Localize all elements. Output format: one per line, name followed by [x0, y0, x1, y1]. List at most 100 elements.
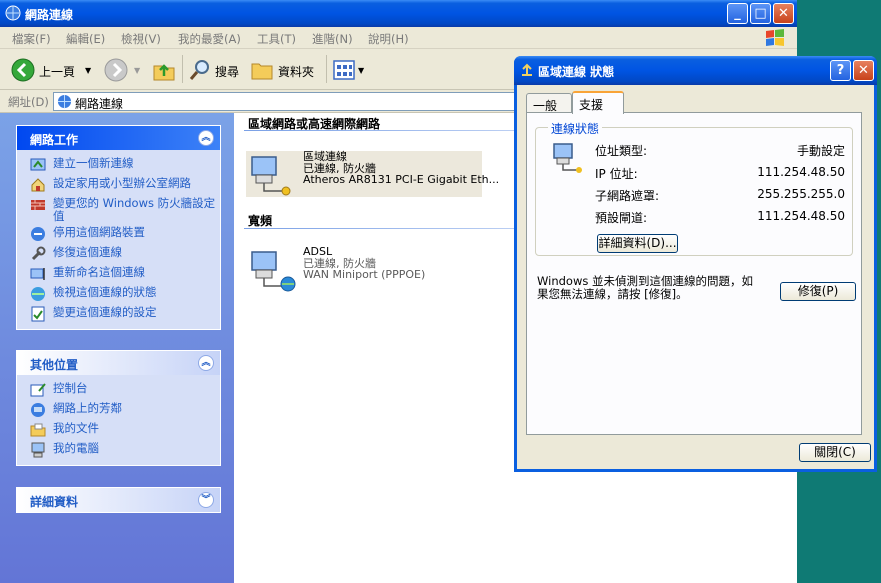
menu-tools[interactable]: 工具(T): [257, 31, 296, 47]
menu-view[interactable]: 檢視(V): [121, 31, 161, 47]
connection-status-legend: 連線狀態: [548, 120, 603, 137]
collapse-chevron-icon[interactable]: ︽: [198, 130, 214, 146]
task-disable-device[interactable]: 停用這個網路裝置: [27, 223, 220, 243]
details-header[interactable]: 詳細資料 ︾: [17, 488, 220, 512]
expand-chevron-icon[interactable]: ︾: [198, 492, 214, 508]
search-button[interactable]: 搜尋: [188, 58, 244, 82]
control-panel-icon: [30, 383, 46, 397]
main-title-bar[interactable]: 網路連線 _ □ ✕: [0, 0, 797, 27]
support-tab-panel: 連線狀態 位址類型: 手動設定 IP 位址: 111.254.48.50 子網路…: [526, 112, 862, 435]
settings-check-icon: [31, 306, 45, 322]
adsl-connection-device: WAN Miniport (PPPOE): [303, 268, 426, 281]
network-tasks-box: 網路工作 ︽ 建立一個新連線 設定家用或小型辦公室網路 變更您的 Windows…: [16, 125, 221, 330]
adsl-connection-icon: [251, 251, 296, 292]
place-my-computer[interactable]: 我的電腦: [27, 439, 220, 459]
wrench-icon: [31, 246, 46, 261]
dialog-title-bar[interactable]: 區域連線 狀態 ? ✕: [514, 56, 877, 85]
network-computer-icon: [553, 143, 582, 173]
dialog-title: 區域連線 狀態: [538, 65, 615, 79]
menu-favorites[interactable]: 我的最愛(A): [178, 31, 241, 47]
details-box: 詳細資料 ︾: [16, 487, 221, 513]
up-folder-button[interactable]: [152, 58, 178, 82]
connection-status-group: 連線狀態 位址類型: 手動設定 IP 位址: 111.254.48.50 子網路…: [535, 120, 853, 256]
home-network-icon: [31, 178, 45, 192]
firewall-icon: [31, 200, 45, 210]
windows-logo-icon: [766, 29, 784, 46]
diagnosis-message: Windows 並未偵測到這個連線的問題，如果您無法連線，請按 [修復]。: [537, 274, 753, 301]
group-broadband-heading: 寬頻: [248, 214, 273, 228]
network-globe-icon: [57, 94, 72, 109]
close-button[interactable]: ✕: [773, 3, 794, 24]
other-places-header[interactable]: 其他位置 ︽: [17, 351, 220, 375]
back-dropdown-icon[interactable]: ▼: [85, 66, 91, 75]
adsl-connection-name: ADSL: [303, 245, 333, 258]
menu-file[interactable]: 檔案(F): [12, 31, 51, 47]
main-window-title: 網路連線: [25, 8, 74, 22]
back-button[interactable]: 上一頁 ▼: [11, 58, 96, 82]
task-firewall-settings[interactable]: 變更您的 Windows 防火牆設定值: [27, 194, 220, 223]
help-button[interactable]: ?: [830, 60, 851, 81]
views-button[interactable]: ▼: [332, 58, 368, 82]
folders-button[interactable]: 資料夾: [250, 58, 320, 82]
tab-support[interactable]: 支援: [572, 91, 624, 114]
place-control-panel[interactable]: 控制台: [27, 379, 220, 399]
address-value: 網路連線: [75, 97, 124, 111]
my-documents-icon: [30, 423, 46, 437]
disable-device-icon: [31, 227, 45, 241]
adsl-connection-item[interactable]: ADSL 已連線, 防火牆 WAN Miniport (PPPOE): [246, 246, 482, 292]
menu-help[interactable]: 說明(H): [368, 31, 409, 47]
new-connection-icon: [30, 158, 46, 171]
lan-connection-text: 區域連線 已連線, 防火牆 Atheros AR8131 PCI-E Gigab…: [303, 151, 499, 186]
lan-connection-device: Atheros AR8131 PCI-E Gigabit Eth...: [303, 173, 500, 186]
connection-status-dialog: 區域連線 狀態 ? ✕ 一般 支援 連線狀態 位址類型: 手動設定 IP 位址:…: [514, 56, 877, 472]
tab-general[interactable]: 一般: [526, 93, 572, 113]
lan-connection-name: 區域連線: [303, 150, 347, 163]
menu-bar: 檔案(F) 編輯(E) 檢視(V) 我的最愛(A) 工具(T) 進階(N) 說明…: [0, 27, 797, 49]
rename-icon: [30, 268, 45, 280]
task-new-connection[interactable]: 建立一個新連線: [27, 154, 220, 174]
task-pane: 網路工作 ︽ 建立一個新連線 設定家用或小型辦公室網路 變更您的 Windows…: [0, 113, 234, 583]
search-icon: [189, 60, 209, 80]
forward-button[interactable]: ▼: [104, 58, 144, 82]
my-computer-icon: [31, 442, 45, 458]
views-icon: [333, 60, 355, 80]
task-rename-connection[interactable]: 重新命名這個連線: [27, 263, 220, 283]
collapse-chevron-icon[interactable]: ︽: [198, 355, 214, 371]
task-change-settings[interactable]: 變更這個連線的設定: [27, 303, 220, 323]
search-label: 搜尋: [215, 65, 240, 79]
network-tasks-title: 網路工作: [30, 133, 79, 147]
details-button[interactable]: 詳細資料(D)...: [597, 234, 678, 253]
network-neighborhood-icon: [31, 403, 45, 417]
folders-label: 資料夾: [278, 65, 315, 79]
lan-connection-item[interactable]: 區域連線 已連線, 防火牆 Atheros AR8131 PCI-E Gigab…: [246, 151, 499, 197]
minimize-button[interactable]: _: [727, 3, 748, 24]
network-folder-icon: [5, 5, 21, 21]
repair-button[interactable]: 修復(P): [780, 282, 856, 301]
dialog-close-button[interactable]: ✕: [853, 60, 874, 81]
other-places-title: 其他位置: [30, 358, 79, 372]
task-view-status[interactable]: 檢視這個連線的狀態: [27, 283, 220, 303]
network-status-icon: [522, 63, 532, 76]
close-dialog-button[interactable]: 關閉(C): [799, 443, 871, 462]
back-label: 上一頁: [39, 65, 76, 79]
menu-advanced[interactable]: 進階(N): [312, 31, 353, 47]
forward-dropdown-icon[interactable]: ▼: [134, 66, 140, 75]
adsl-connection-text: ADSL 已連線, 防火牆 WAN Miniport (PPPOE): [303, 246, 425, 281]
folder-icon: [251, 63, 273, 80]
up-folder-icon: [153, 64, 175, 81]
details-title: 詳細資料: [30, 495, 79, 509]
maximize-button[interactable]: □: [750, 3, 771, 24]
network-tasks-header[interactable]: 網路工作 ︽: [17, 126, 220, 150]
status-globe-icon: [31, 287, 45, 301]
menu-edit[interactable]: 編輯(E): [66, 31, 105, 47]
other-places-box: 其他位置 ︽ 控制台 網路上的芳鄰 我的文件 我的電腦: [16, 350, 221, 466]
back-arrow-icon: [11, 58, 35, 82]
task-home-network[interactable]: 設定家用或小型辦公室網路: [27, 174, 220, 194]
address-label: 網址(D): [8, 95, 49, 109]
forward-arrow-icon: [104, 58, 128, 82]
task-repair-connection[interactable]: 修復這個連線: [27, 243, 220, 263]
place-my-documents[interactable]: 我的文件: [27, 419, 220, 439]
views-dropdown-icon: ▼: [358, 66, 365, 75]
lan-connection-icon: [251, 156, 291, 196]
place-network-neighborhood[interactable]: 網路上的芳鄰: [27, 399, 220, 419]
